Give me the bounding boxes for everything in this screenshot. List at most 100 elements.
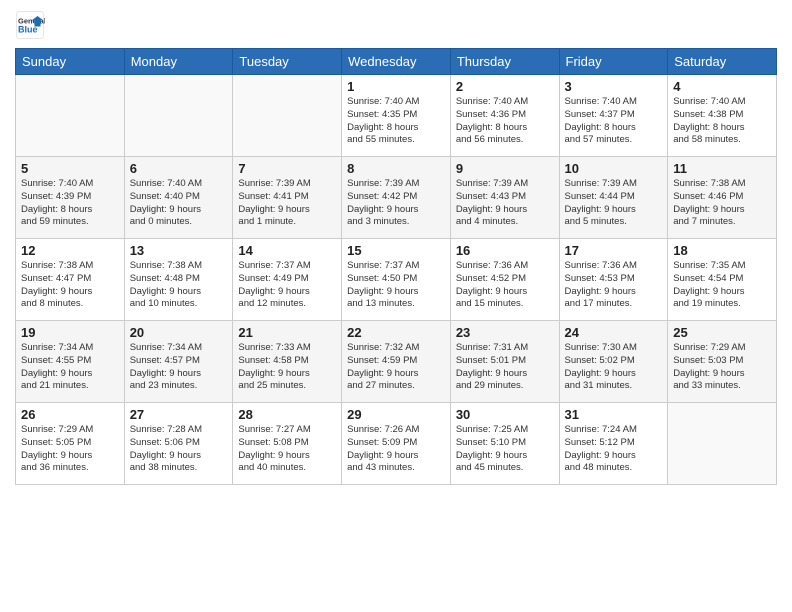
day-info: Sunrise: 7:33 AM Sunset: 4:58 PM Dayligh… — [238, 342, 336, 393]
day-info: Sunrise: 7:40 AM Sunset: 4:40 PM Dayligh… — [130, 178, 228, 229]
day-cell — [668, 403, 777, 485]
day-number: 9 — [456, 161, 554, 176]
day-cell: 7 Sunrise: 7:39 AM Sunset: 4:41 PM Daylig… — [233, 157, 342, 239]
day-info: Sunrise: 7:37 AM Sunset: 4:49 PM Dayligh… — [238, 260, 336, 311]
day-number: 6 — [130, 161, 228, 176]
day-info: Sunrise: 7:39 AM Sunset: 4:43 PM Dayligh… — [456, 178, 554, 229]
day-cell: 6 Sunrise: 7:40 AM Sunset: 4:40 PM Daylig… — [124, 157, 233, 239]
day-cell: 1 Sunrise: 7:40 AM Sunset: 4:35 PM Daylig… — [342, 75, 451, 157]
day-number: 26 — [21, 407, 119, 422]
logo-icon: General Blue — [15, 10, 45, 40]
logo: General Blue — [15, 10, 49, 40]
day-info: Sunrise: 7:32 AM Sunset: 4:59 PM Dayligh… — [347, 342, 445, 393]
day-cell: 5 Sunrise: 7:40 AM Sunset: 4:39 PM Daylig… — [16, 157, 125, 239]
day-info: Sunrise: 7:38 AM Sunset: 4:48 PM Dayligh… — [130, 260, 228, 311]
day-number: 17 — [565, 243, 663, 258]
day-number: 21 — [238, 325, 336, 340]
day-info: Sunrise: 7:31 AM Sunset: 5:01 PM Dayligh… — [456, 342, 554, 393]
day-cell: 4 Sunrise: 7:40 AM Sunset: 4:38 PM Daylig… — [668, 75, 777, 157]
day-cell: 18 Sunrise: 7:35 AM Sunset: 4:54 PM Dayli… — [668, 239, 777, 321]
day-cell: 23Sunrise: 7:31 AM Sunset: 5:01 PM Dayli… — [450, 321, 559, 403]
day-cell: 27 Sunrise: 7:28 AM Sunset: 5:06 PM Dayli… — [124, 403, 233, 485]
day-number: 13 — [130, 243, 228, 258]
day-info: Sunrise: 7:34 AM Sunset: 4:57 PM Dayligh… — [130, 342, 228, 393]
week-row-3: 19 Sunrise: 7:34 AM Sunset: 4:55 PM Dayli… — [16, 321, 777, 403]
day-info: Sunrise: 7:39 AM Sunset: 4:44 PM Dayligh… — [565, 178, 663, 229]
day-info: Sunrise: 7:39 AM Sunset: 4:42 PM Dayligh… — [347, 178, 445, 229]
day-number: 2 — [456, 79, 554, 94]
calendar-table: SundayMondayTuesdayWednesdayThursdayFrid… — [15, 48, 777, 485]
day-info: Sunrise: 7:34 AM Sunset: 4:55 PM Dayligh… — [21, 342, 119, 393]
day-cell: 2 Sunrise: 7:40 AM Sunset: 4:36 PM Daylig… — [450, 75, 559, 157]
day-cell: 9 Sunrise: 7:39 AM Sunset: 4:43 PM Daylig… — [450, 157, 559, 239]
day-number: 15 — [347, 243, 445, 258]
day-info: Sunrise: 7:29 AM Sunset: 5:03 PM Dayligh… — [673, 342, 771, 393]
day-header-monday: Monday — [124, 49, 233, 75]
day-info: Sunrise: 7:40 AM Sunset: 4:35 PM Dayligh… — [347, 96, 445, 147]
day-number: 7 — [238, 161, 336, 176]
week-row-2: 12Sunrise: 7:38 AM Sunset: 4:47 PM Dayli… — [16, 239, 777, 321]
day-number: 31 — [565, 407, 663, 422]
day-number: 12 — [21, 243, 119, 258]
day-cell: 3 Sunrise: 7:40 AM Sunset: 4:37 PM Daylig… — [559, 75, 668, 157]
day-info: Sunrise: 7:40 AM Sunset: 4:36 PM Dayligh… — [456, 96, 554, 147]
page-container: General Blue SundayMondayTuesdayWednesda… — [0, 0, 792, 490]
day-info: Sunrise: 7:36 AM Sunset: 4:52 PM Dayligh… — [456, 260, 554, 311]
day-cell: 10 Sunrise: 7:39 AM Sunset: 4:44 PM Dayli… — [559, 157, 668, 239]
day-number: 27 — [130, 407, 228, 422]
day-cell: 17Sunrise: 7:36 AM Sunset: 4:53 PM Dayli… — [559, 239, 668, 321]
day-info: Sunrise: 7:28 AM Sunset: 5:06 PM Dayligh… — [130, 424, 228, 475]
day-cell: 30Sunrise: 7:25 AM Sunset: 5:10 PM Dayli… — [450, 403, 559, 485]
day-info: Sunrise: 7:40 AM Sunset: 4:37 PM Dayligh… — [565, 96, 663, 147]
day-number: 16 — [456, 243, 554, 258]
day-info: Sunrise: 7:24 AM Sunset: 5:12 PM Dayligh… — [565, 424, 663, 475]
day-cell: 16 Sunrise: 7:36 AM Sunset: 4:52 PM Dayli… — [450, 239, 559, 321]
day-number: 25 — [673, 325, 771, 340]
day-info: Sunrise: 7:29 AM Sunset: 5:05 PM Dayligh… — [21, 424, 119, 475]
day-number: 19 — [21, 325, 119, 340]
day-cell: 20 Sunrise: 7:34 AM Sunset: 4:57 PM Dayli… — [124, 321, 233, 403]
day-number: 10 — [565, 161, 663, 176]
day-info: Sunrise: 7:39 AM Sunset: 4:41 PM Dayligh… — [238, 178, 336, 229]
day-cell: 22 Sunrise: 7:32 AM Sunset: 4:59 PM Dayli… — [342, 321, 451, 403]
day-header-row: SundayMondayTuesdayWednesdayThursdayFrid… — [16, 49, 777, 75]
day-cell: 14Sunrise: 7:37 AM Sunset: 4:49 PM Dayli… — [233, 239, 342, 321]
day-number: 29 — [347, 407, 445, 422]
day-info: Sunrise: 7:40 AM Sunset: 4:38 PM Dayligh… — [673, 96, 771, 147]
day-cell: 13 Sunrise: 7:38 AM Sunset: 4:48 PM Dayli… — [124, 239, 233, 321]
day-cell: 19 Sunrise: 7:34 AM Sunset: 4:55 PM Dayli… — [16, 321, 125, 403]
day-cell: 11Sunrise: 7:38 AM Sunset: 4:46 PM Dayli… — [668, 157, 777, 239]
day-number: 24 — [565, 325, 663, 340]
day-info: Sunrise: 7:35 AM Sunset: 4:54 PM Dayligh… — [673, 260, 771, 311]
day-header-friday: Friday — [559, 49, 668, 75]
day-cell: 15 Sunrise: 7:37 AM Sunset: 4:50 PM Dayli… — [342, 239, 451, 321]
day-number: 5 — [21, 161, 119, 176]
day-header-thursday: Thursday — [450, 49, 559, 75]
day-header-wednesday: Wednesday — [342, 49, 451, 75]
day-cell — [124, 75, 233, 157]
day-info: Sunrise: 7:38 AM Sunset: 4:46 PM Dayligh… — [673, 178, 771, 229]
day-info: Sunrise: 7:30 AM Sunset: 5:02 PM Dayligh… — [565, 342, 663, 393]
week-row-1: 5 Sunrise: 7:40 AM Sunset: 4:39 PM Daylig… — [16, 157, 777, 239]
day-info: Sunrise: 7:37 AM Sunset: 4:50 PM Dayligh… — [347, 260, 445, 311]
day-number: 1 — [347, 79, 445, 94]
day-number: 4 — [673, 79, 771, 94]
day-number: 28 — [238, 407, 336, 422]
day-cell: 28Sunrise: 7:27 AM Sunset: 5:08 PM Dayli… — [233, 403, 342, 485]
day-number: 18 — [673, 243, 771, 258]
day-cell: 12Sunrise: 7:38 AM Sunset: 4:47 PM Dayli… — [16, 239, 125, 321]
day-info: Sunrise: 7:40 AM Sunset: 4:39 PM Dayligh… — [21, 178, 119, 229]
day-header-saturday: Saturday — [668, 49, 777, 75]
day-cell — [233, 75, 342, 157]
day-number: 20 — [130, 325, 228, 340]
day-header-sunday: Sunday — [16, 49, 125, 75]
day-cell: 21 Sunrise: 7:33 AM Sunset: 4:58 PM Dayli… — [233, 321, 342, 403]
header: General Blue — [15, 10, 777, 40]
day-number: 3 — [565, 79, 663, 94]
day-number: 30 — [456, 407, 554, 422]
day-header-tuesday: Tuesday — [233, 49, 342, 75]
day-cell: 26 Sunrise: 7:29 AM Sunset: 5:05 PM Dayli… — [16, 403, 125, 485]
day-cell: 24 Sunrise: 7:30 AM Sunset: 5:02 PM Dayli… — [559, 321, 668, 403]
day-cell: 25 Sunrise: 7:29 AM Sunset: 5:03 PM Dayli… — [668, 321, 777, 403]
day-number: 22 — [347, 325, 445, 340]
